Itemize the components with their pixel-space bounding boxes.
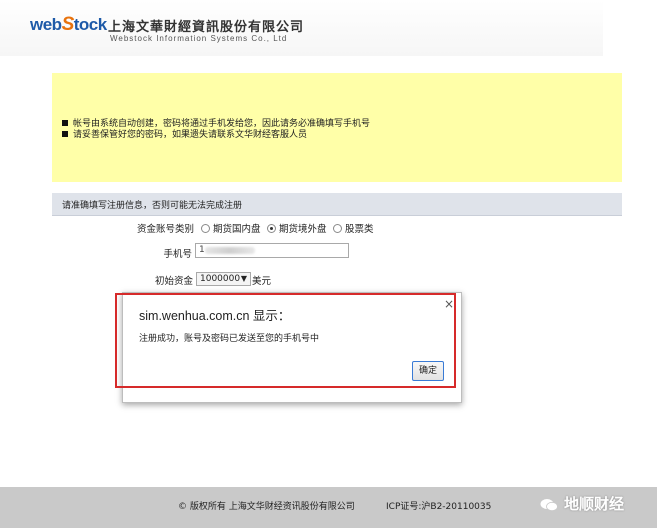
radio-label: 期货境外盘	[279, 224, 327, 235]
form-header-bar: 请准确填写注册信息，否则可能无法完成注册	[52, 193, 622, 216]
radio-selected-icon[interactable]	[267, 224, 276, 233]
page-header: webStock 上海文華財經資訊股份有限公司 Webstock Informa…	[0, 0, 603, 56]
icp-text: ICP证号:沪B2-20110035	[386, 502, 492, 512]
logo-text-prefix: web	[30, 15, 62, 34]
phone-label: 手机号	[163, 249, 192, 260]
radio-stocks[interactable]: 股票类	[333, 221, 374, 235]
radio-label: 股票类	[345, 224, 374, 235]
radio-domestic-futures[interactable]: 期货国内盘	[201, 221, 261, 235]
company-name-en: Webstock Information Systems Co., Ltd	[110, 34, 288, 43]
notice-panel: 帐号由系统自动创建，密码将通过手机发给您，因此请务必准确填写手机号 请妥善保管好…	[52, 73, 622, 182]
company-name-cn: 上海文華財經資訊股份有限公司	[108, 20, 305, 35]
radio-icon[interactable]	[201, 224, 210, 233]
logo-text-suffix: tock	[73, 15, 107, 34]
close-icon[interactable]: ×	[444, 297, 454, 311]
dialog-message: 注册成功，账号及密码已发送至您的手机号中	[139, 334, 320, 344]
ok-button[interactable]: 确定	[412, 361, 444, 381]
account-type-label: 资金账号类别	[136, 224, 194, 235]
form-instruction: 请准确填写注册信息，否则可能无法完成注册	[62, 201, 243, 211]
bullet-icon	[62, 130, 68, 137]
radio-overseas-futures[interactable]: 期货境外盘	[267, 221, 327, 235]
initial-capital-label: 初始资金	[154, 276, 193, 287]
watermark-text: 地顺财经	[564, 495, 625, 513]
wechat-icon	[540, 498, 558, 511]
logo-text-s: S	[61, 14, 75, 35]
select-value: 1000000	[200, 274, 241, 284]
notice-item: 请妥善保管好您的密码，如果遗失请联系文华财经客服人员	[62, 127, 307, 140]
phone-redaction	[205, 247, 255, 254]
copyright-text: © 版权所有 上海文华财经资讯股份有限公司	[178, 502, 355, 512]
notice-text: 请妥善保管好您的密码，如果遗失请联系文华财经客服人员	[73, 130, 308, 140]
bullet-icon	[62, 119, 68, 126]
currency-unit: 美元	[252, 276, 272, 287]
dialog-title: sim.wenhua.com.cn 显示：	[139, 309, 291, 323]
webstock-logo: webStock	[30, 14, 107, 36]
alert-dialog: × sim.wenhua.com.cn 显示： 注册成功，账号及密码已发送至您的…	[122, 292, 462, 403]
radio-icon[interactable]	[333, 224, 342, 233]
initial-capital-select[interactable]: 1000000 ▼	[196, 272, 251, 286]
page-footer: © 版权所有 上海文华财经资讯股份有限公司 ICP证号:沪B2-20110035…	[0, 487, 657, 528]
chevron-down-icon: ▼	[240, 274, 247, 283]
radio-label: 期货国内盘	[213, 224, 261, 235]
watermark: 地顺财经	[540, 493, 624, 514]
